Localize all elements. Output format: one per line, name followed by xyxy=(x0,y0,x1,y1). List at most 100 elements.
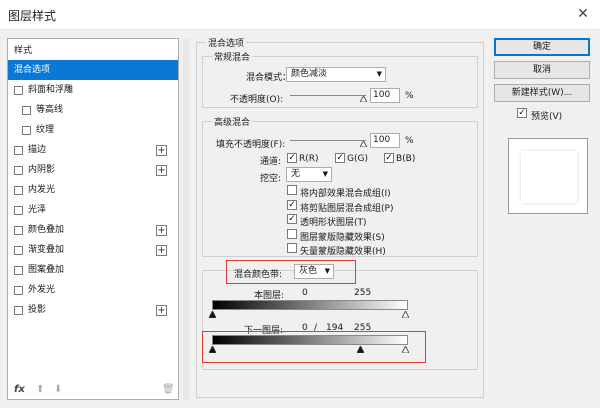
sidebar-item-label: 纹理 xyxy=(36,125,55,135)
blend-mode-value: 颜色减淡 xyxy=(291,69,328,79)
satin-checkbox[interactable] xyxy=(14,206,23,215)
sidebar-item-label: 投影 xyxy=(28,305,47,315)
sidebar-item-blending-options[interactable]: 混合选项 xyxy=(8,60,178,80)
preview-swatch xyxy=(521,151,577,203)
opacity-label: 不透明度(O): xyxy=(230,95,284,105)
scrollbar[interactable] xyxy=(183,38,190,400)
sidebar-item-drop-shadow[interactable]: 投影 + xyxy=(8,300,178,320)
channel-b-checkbox[interactable]: ✓ xyxy=(384,153,394,163)
transparency-shapes-checkbox[interactable]: ✓ xyxy=(287,214,297,224)
style-preview xyxy=(508,138,588,214)
blend-clipped-checkbox[interactable]: ✓ xyxy=(287,200,297,210)
preview-checkbox[interactable]: ✓ xyxy=(517,108,527,118)
vector-mask-hides-label: 矢量蒙版隐藏效果(H) xyxy=(300,247,386,257)
sidebar-item-label: 外发光 xyxy=(28,285,56,295)
outer-glow-checkbox[interactable] xyxy=(14,286,23,295)
color-overlay-checkbox[interactable] xyxy=(14,226,23,235)
sidebar-item-label: 颜色叠加 xyxy=(28,225,65,235)
opacity-input[interactable]: 100 xyxy=(370,88,400,103)
drop-shadow-checkbox[interactable] xyxy=(14,306,23,315)
layer-mask-hides-label: 图层蒙版隐藏效果(S) xyxy=(300,233,385,243)
opacity-unit: % xyxy=(405,91,414,101)
channel-b-label: B(B) xyxy=(396,154,416,164)
sidebar-item-texture[interactable]: 纹理 xyxy=(8,120,178,140)
general-blending-title: 常规混合 xyxy=(212,50,253,63)
vector-mask-hides-checkbox[interactable] xyxy=(287,243,297,253)
trash-icon[interactable]: 🗑 xyxy=(162,384,175,395)
this-layer-white-slider[interactable] xyxy=(402,311,409,318)
layer-mask-hides-checkbox[interactable] xyxy=(287,229,297,239)
new-style-button[interactable]: 新建样式(W)... xyxy=(494,84,590,102)
add-icon[interactable]: + xyxy=(156,305,167,316)
sidebar-item-styles[interactable]: 样式 xyxy=(8,41,178,61)
sidebar-item-contour[interactable]: 等高线 xyxy=(8,100,178,120)
fill-opacity-unit: % xyxy=(405,136,414,146)
sidebar-item-inner-shadow[interactable]: 内阴影 + xyxy=(8,160,178,180)
close-icon[interactable]: ✕ xyxy=(574,5,592,23)
channel-g-label: G(G) xyxy=(347,154,368,164)
inner-shadow-checkbox[interactable] xyxy=(14,166,23,175)
cancel-button[interactable]: 取消 xyxy=(494,61,590,79)
add-icon[interactable]: + xyxy=(156,245,167,256)
channel-g-checkbox[interactable]: ✓ xyxy=(335,153,345,163)
title-bar: 图层样式 ✕ xyxy=(0,0,600,30)
knockout-value: 无 xyxy=(291,169,301,179)
channels-label: 通道: xyxy=(260,157,282,167)
fill-opacity-label: 填充不透明度(F): xyxy=(216,140,286,150)
blend-clipped-label: 将剪贴图层混合成组(P) xyxy=(300,204,394,214)
this-layer-black-slider[interactable] xyxy=(209,311,216,318)
move-down-icon[interactable]: ⬇ xyxy=(54,384,62,395)
window-title: 图层样式 xyxy=(8,9,57,23)
sidebar-item-label: 内阴影 xyxy=(28,165,56,175)
texture-checkbox[interactable] xyxy=(22,126,31,135)
ok-button[interactable]: 确定 xyxy=(494,38,590,56)
highlight-underlying-layer xyxy=(202,331,426,363)
opacity-slider-knob[interactable] xyxy=(360,96,367,102)
add-icon[interactable]: + xyxy=(156,145,167,156)
this-layer-high: 255 xyxy=(354,288,372,298)
sidebar-item-color-overlay[interactable]: 颜色叠加 + xyxy=(8,220,178,240)
highlight-blend-if xyxy=(226,260,356,284)
blend-mode-select[interactable]: 颜色减淡 ▼ xyxy=(286,67,386,82)
blend-interior-checkbox[interactable] xyxy=(287,185,297,195)
fill-opacity-input[interactable]: 100 xyxy=(370,133,400,148)
stroke-checkbox[interactable] xyxy=(14,146,23,155)
add-icon[interactable]: + xyxy=(156,225,167,236)
channel-r-checkbox[interactable]: ✓ xyxy=(287,153,297,163)
preview-label: 预览(V) xyxy=(531,112,563,122)
inner-glow-checkbox[interactable] xyxy=(14,186,23,195)
knockout-label: 挖空: xyxy=(260,174,282,184)
knockout-select[interactable]: 无 ▼ xyxy=(286,167,332,182)
move-up-icon[interactable]: ⬆ xyxy=(36,384,44,395)
sidebar-item-label: 等高线 xyxy=(36,105,64,115)
sidebar-item-gradient-overlay[interactable]: 渐变叠加 + xyxy=(8,240,178,260)
sidebar-item-satin[interactable]: 光泽 xyxy=(8,200,178,220)
sidebar-item-stroke[interactable]: 描边 + xyxy=(8,140,178,160)
gradient-overlay-checkbox[interactable] xyxy=(14,246,23,255)
sidebar-item-label: 混合选项 xyxy=(14,65,51,75)
fx-icon[interactable]: fx xyxy=(14,384,25,395)
chevron-down-icon: ▼ xyxy=(376,70,382,78)
sidebar-item-label: 样式 xyxy=(14,46,33,56)
channel-r-label: R(R) xyxy=(299,154,319,164)
fill-opacity-slider-knob[interactable] xyxy=(360,141,367,147)
blend-interior-label: 将内部效果混合成组(I) xyxy=(300,189,391,199)
contour-checkbox[interactable] xyxy=(22,106,31,115)
opacity-slider[interactable] xyxy=(290,95,366,96)
bevel-checkbox[interactable] xyxy=(14,86,23,95)
sidebar-item-bevel-emboss[interactable]: 斜面和浮雕 xyxy=(8,80,178,100)
this-layer-low: 0 xyxy=(302,288,308,298)
advanced-blending-title: 高级混合 xyxy=(212,115,253,128)
sidebar-item-label: 斜面和浮雕 xyxy=(28,85,74,95)
blend-mode-label: 混合模式： xyxy=(246,73,292,83)
add-icon[interactable]: + xyxy=(156,165,167,176)
pattern-overlay-checkbox[interactable] xyxy=(14,266,23,275)
sidebar-item-pattern-overlay[interactable]: 图案叠加 xyxy=(8,260,178,280)
sidebar-item-label: 光泽 xyxy=(28,205,47,215)
sidebar-item-label: 图案叠加 xyxy=(28,265,65,275)
chevron-down-icon: ▼ xyxy=(322,170,328,178)
fill-opacity-slider[interactable] xyxy=(290,140,366,141)
this-layer-gradient xyxy=(212,300,408,310)
sidebar-item-outer-glow[interactable]: 外发光 xyxy=(8,280,178,300)
sidebar-item-inner-glow[interactable]: 内发光 xyxy=(8,180,178,200)
